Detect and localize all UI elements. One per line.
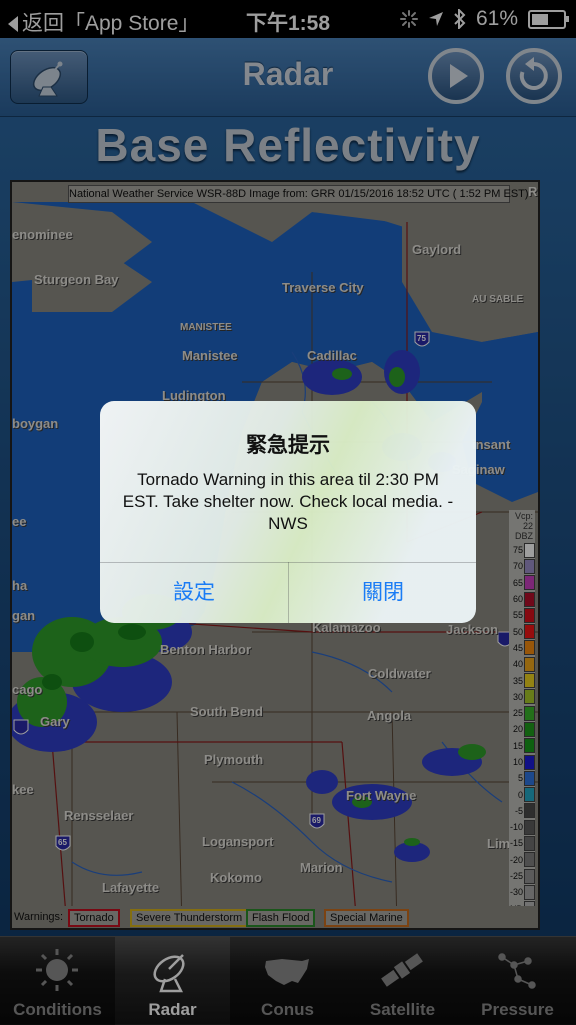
alert-title: 緊急提示 [246,434,330,457]
alert-message: Tornado Warning in this area til 2:30 PM… [122,470,454,533]
emergency-alert-dialog: 緊急提示 Tornado Warning in this area til 2:… [100,401,476,623]
alert-close-button[interactable]: 關閉 [289,563,476,623]
alert-settings-button[interactable]: 設定 [100,563,288,623]
